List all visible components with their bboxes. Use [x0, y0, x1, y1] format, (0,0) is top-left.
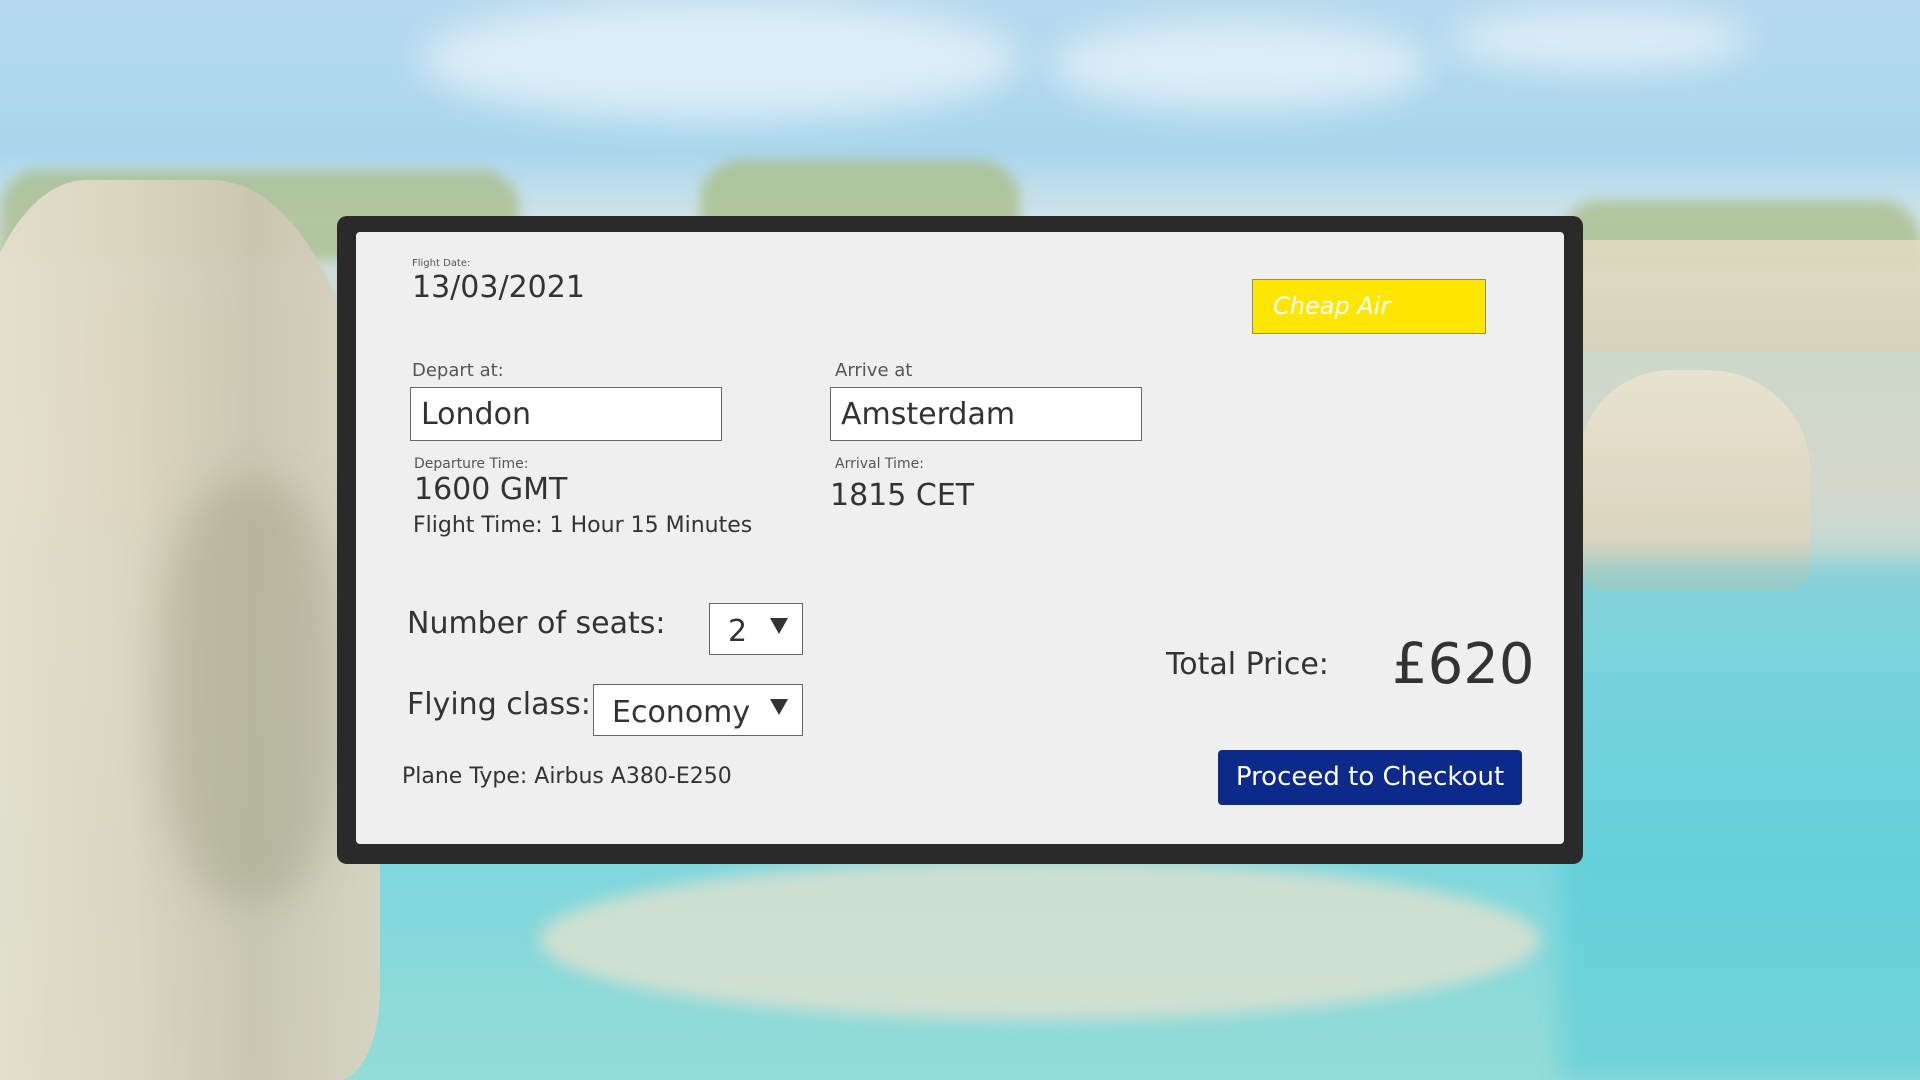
total-price-label: Total Price:: [1166, 647, 1329, 682]
arrival-time-label: Arrival Time:: [835, 456, 924, 472]
total-price-value: £620: [1392, 632, 1535, 697]
flight-date-label: Flight Date:: [412, 258, 471, 269]
flying-class-select[interactable]: Economy: [593, 684, 803, 736]
departure-time-value: 1600 GMT: [414, 472, 568, 507]
seats-label: Number of seats:: [407, 606, 666, 641]
flying-class-value: Economy: [612, 695, 751, 730]
departure-time-label: Departure Time:: [414, 456, 529, 472]
brand-name: Cheap Air: [1273, 292, 1391, 320]
plane-type-text: Plane Type: Airbus A380-E250: [402, 764, 732, 789]
flying-class-label: Flying class:: [407, 687, 591, 722]
depart-label: Depart at:: [412, 360, 504, 381]
seats-dropdown-arrow-icon: [770, 618, 788, 634]
brand-logo: Cheap Air: [1252, 279, 1486, 334]
seats-value: 2: [728, 614, 748, 649]
flight-time-text: Flight Time: 1 Hour 15 Minutes: [413, 513, 753, 538]
arrival-time-value: 1815 CET: [830, 478, 975, 513]
booking-card: Flight Date: 13/03/2021 Cheap Air Depart…: [356, 232, 1564, 844]
depart-input[interactable]: [410, 387, 722, 441]
arrive-input[interactable]: [830, 387, 1142, 441]
seats-select[interactable]: 2: [709, 603, 803, 655]
flying-class-dropdown-arrow-icon: [770, 699, 788, 715]
arrive-label: Arrive at: [835, 360, 913, 381]
proceed-to-checkout-button[interactable]: Proceed to Checkout: [1218, 750, 1522, 805]
flight-date-value: 13/03/2021: [412, 270, 585, 305]
